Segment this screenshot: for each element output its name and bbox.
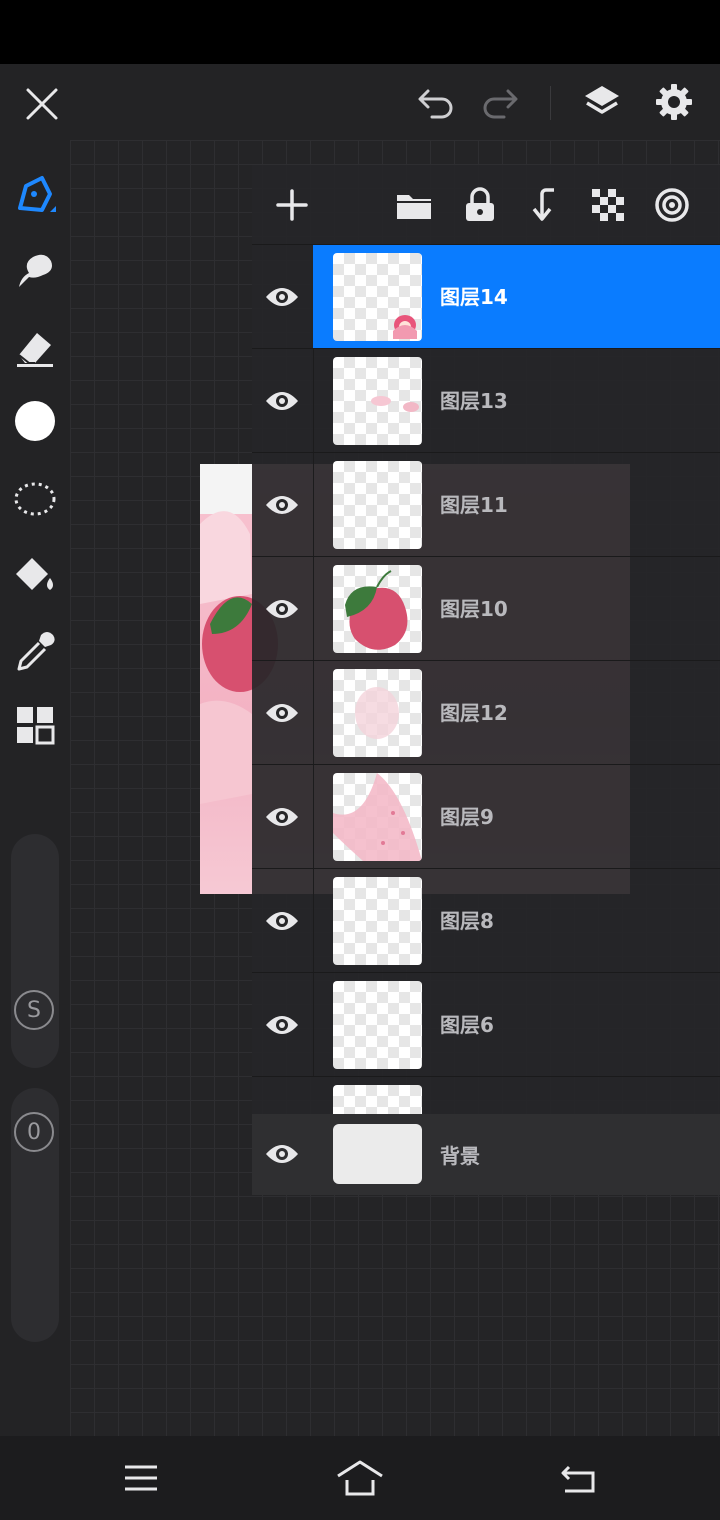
merge-down-icon[interactable]: [524, 185, 564, 225]
back-icon[interactable]: [556, 1458, 602, 1498]
background-layer-row[interactable]: 背景: [252, 1114, 720, 1195]
menu-icon[interactable]: [118, 1460, 164, 1496]
visibility-eye-icon[interactable]: [264, 490, 300, 520]
visibility-eye-icon[interactable]: [264, 282, 300, 312]
visibility-eye-icon[interactable]: [264, 386, 300, 416]
layer-row[interactable]: 图层14: [252, 244, 720, 349]
layer-name: 图层8: [440, 909, 494, 933]
layer-panel-toolbar: [252, 165, 720, 245]
brush-size-knob[interactable]: S: [14, 990, 54, 1030]
transparency-icon[interactable]: [588, 185, 628, 225]
layer-thumbnail: [333, 877, 422, 965]
layer-thumbnail: [333, 1124, 422, 1184]
layer-name: 图层12: [440, 701, 508, 725]
layer-thumbnail: [333, 773, 422, 861]
layer-thumbnail: [333, 1085, 422, 1115]
row-divider: [313, 973, 314, 1077]
home-icon[interactable]: [334, 1456, 386, 1500]
layer-row[interactable]: 图层8: [252, 868, 720, 973]
layer-thumbnail: [333, 669, 422, 757]
lasso-icon[interactable]: [10, 474, 60, 524]
layer-thumbnail: [333, 981, 422, 1069]
layer-panel: 图层14 图层13 图层11 图层10 图层12 图层9 图层8 图层6 背景: [252, 165, 720, 1195]
row-divider: [313, 661, 314, 765]
visibility-eye-icon[interactable]: [264, 1139, 300, 1169]
visibility-eye-icon[interactable]: [264, 698, 300, 728]
eraser-icon[interactable]: [10, 322, 60, 372]
layers-icon[interactable]: [578, 78, 626, 126]
layer-name: 图层10: [440, 597, 508, 621]
gallery-icon[interactable]: [12, 702, 58, 748]
layer-row[interactable]: 图层13: [252, 348, 720, 453]
eyedropper-icon[interactable]: [10, 626, 60, 676]
color-swatch[interactable]: [12, 398, 58, 444]
layer-thumbnail: [333, 357, 422, 445]
row-divider: [313, 557, 314, 661]
lock-icon[interactable]: [460, 185, 500, 225]
layer-row[interactable]: 图层6: [252, 972, 720, 1077]
row-divider: [313, 869, 314, 973]
visibility-eye-icon[interactable]: [264, 1010, 300, 1040]
add-layer-icon[interactable]: [272, 185, 312, 225]
layer-name: 图层6: [440, 1013, 494, 1037]
layer-row-partial[interactable]: [252, 1076, 720, 1115]
layer-name: 图层9: [440, 805, 494, 829]
layer-thumbnail: [333, 461, 422, 549]
undo-icon[interactable]: [414, 84, 458, 124]
layer-thumbnail: [333, 565, 422, 653]
layer-row[interactable]: 图层12: [252, 660, 720, 765]
visibility-eye-icon[interactable]: [264, 802, 300, 832]
settings-icon[interactable]: [650, 78, 698, 126]
brush-icon[interactable]: [10, 170, 60, 220]
layer-row[interactable]: 图层10: [252, 556, 720, 661]
navigation-bar: [0, 1436, 720, 1520]
redo-icon[interactable]: [478, 84, 522, 124]
layer-name: 图层13: [440, 389, 508, 413]
layer-row[interactable]: 图层11: [252, 452, 720, 557]
status-bar: [0, 0, 720, 64]
layer-name: 图层14: [440, 285, 508, 309]
brush-size-slider[interactable]: [11, 834, 59, 1068]
divider: [550, 86, 551, 120]
row-divider: [313, 765, 314, 869]
top-bar: [0, 64, 720, 140]
smudge-icon[interactable]: [10, 246, 60, 296]
fill-bucket-icon[interactable]: [10, 550, 60, 600]
visibility-eye-icon[interactable]: [264, 906, 300, 936]
row-divider: [313, 453, 314, 557]
layer-row[interactable]: 图层9: [252, 764, 720, 869]
opacity-knob[interactable]: 0: [14, 1112, 54, 1152]
tool-bar: S 0: [0, 140, 70, 1436]
layer-name: 图层11: [440, 493, 508, 517]
row-divider: [313, 349, 314, 453]
folder-icon[interactable]: [394, 185, 434, 225]
layer-thumbnail: [333, 253, 422, 341]
blend-icon[interactable]: [652, 185, 692, 225]
layer-name: 背景: [440, 1144, 480, 1168]
close-icon[interactable]: [20, 82, 64, 126]
visibility-eye-icon[interactable]: [264, 594, 300, 624]
